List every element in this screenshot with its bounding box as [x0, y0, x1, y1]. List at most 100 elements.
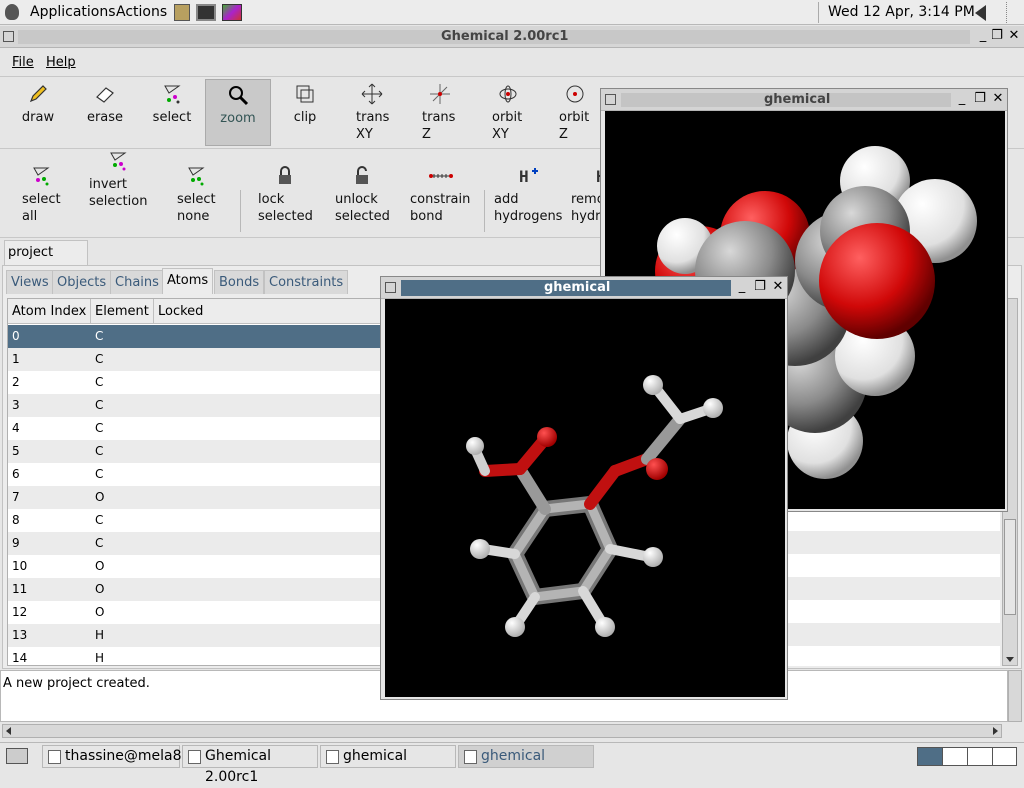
- clock[interactable]: Wed 12 Apr, 3:14 PM: [828, 3, 975, 22]
- pencil-icon: [27, 83, 49, 105]
- window-menu-icon[interactable]: [605, 94, 616, 105]
- workspace-4[interactable]: [993, 748, 1017, 765]
- tab-objects[interactable]: Objects: [52, 270, 112, 294]
- show-desktop-icon[interactable]: [6, 748, 28, 764]
- draw-button[interactable]: draw: [18, 83, 58, 126]
- taskbar-item-ghemical-2[interactable]: ghemical: [458, 745, 594, 768]
- workspace-1[interactable]: [918, 748, 943, 765]
- volume-icon[interactable]: [975, 5, 986, 21]
- scroll-left-arrow[interactable]: [6, 727, 11, 735]
- applications-menu[interactable]: Applications: [30, 3, 116, 22]
- orbit-z-button[interactable]: orbit Z: [553, 83, 597, 143]
- image-viewer-icon[interactable]: [222, 4, 242, 21]
- table-row[interactable]: 6C: [8, 463, 386, 486]
- column-header-element[interactable]: Element: [91, 299, 154, 324]
- scroll-thumb[interactable]: [1004, 519, 1016, 615]
- table-row[interactable]: 11 O: [8, 578, 386, 601]
- scroll-down-arrow[interactable]: [1006, 657, 1014, 662]
- maximize-icon[interactable]: ❐: [990, 29, 1004, 43]
- scroll-right-arrow[interactable]: [993, 727, 998, 735]
- minimize-icon[interactable]: _: [976, 29, 990, 43]
- trans-z-button[interactable]: trans Z: [418, 83, 462, 143]
- table-row[interactable]: 12 O: [8, 601, 386, 624]
- table-row[interactable]: 3C: [8, 394, 386, 417]
- table-row[interactable]: 14 H: [8, 647, 386, 665]
- minimize-icon[interactable]: _: [955, 92, 969, 106]
- orbit-xy-button[interactable]: orbit XY: [486, 83, 530, 143]
- maximize-icon[interactable]: ❐: [753, 280, 767, 294]
- element-cell: O: [95, 605, 105, 619]
- translate-z-icon: [429, 83, 451, 105]
- tab-bonds[interactable]: Bonds: [214, 270, 265, 294]
- constrain-bond-label: constrain bond: [410, 192, 471, 224]
- atom-index-cell: 2: [12, 375, 20, 389]
- minimize-icon[interactable]: _: [735, 280, 749, 294]
- add-hydrogens-button[interactable]: H add hydrogens: [494, 165, 564, 225]
- maximize-icon[interactable]: ❐: [973, 92, 987, 106]
- add-hydrogens-label: add hydrogens: [494, 192, 563, 224]
- trans-xy-button[interactable]: trans XY: [350, 83, 394, 143]
- file-cabinet-icon[interactable]: [174, 4, 190, 21]
- spacefill-titlebar[interactable]: ghemical _ ❐ ✕: [601, 89, 1007, 111]
- taskbar-item-terminal[interactable]: thassine@mela85: [42, 745, 190, 768]
- gnome-foot-icon[interactable]: [5, 4, 19, 20]
- column-header-locked[interactable]: Locked: [154, 299, 386, 324]
- erase-button[interactable]: erase: [82, 83, 128, 126]
- close-icon[interactable]: ✕: [771, 280, 785, 294]
- table-row[interactable]: 0C: [8, 325, 386, 348]
- clip-button[interactable]: clip: [285, 83, 325, 126]
- column-header-atom-index[interactable]: Atom Index: [8, 299, 91, 324]
- close-icon[interactable]: ✕: [1007, 29, 1021, 43]
- tab-atoms[interactable]: Atoms: [162, 268, 214, 294]
- terminal-icon[interactable]: [196, 4, 216, 21]
- file-menu[interactable]: File: [12, 55, 34, 70]
- main-titlebar[interactable]: Ghemical 2.00rc1 _ ❐ ✕: [0, 26, 1024, 48]
- tab-views[interactable]: Views: [6, 270, 54, 294]
- table-row[interactable]: 8C: [8, 509, 386, 532]
- lock-selected-button[interactable]: lock selected: [258, 165, 318, 225]
- taskbar-item-ghemical-main[interactable]: Ghemical 2.00rc1: [182, 745, 318, 785]
- unlock-selected-button[interactable]: unlock selected: [335, 165, 395, 225]
- select-all-button[interactable]: select all: [22, 165, 62, 225]
- help-menu[interactable]: Help: [46, 55, 76, 70]
- table-row[interactable]: 13 H: [8, 624, 386, 647]
- select-none-label: select none: [177, 192, 216, 224]
- constrain-bond-button[interactable]: constrain bond: [410, 165, 476, 225]
- workspace-3[interactable]: [968, 748, 993, 765]
- table-row[interactable]: 4C: [8, 417, 386, 440]
- tab-constraints[interactable]: Constraints: [264, 270, 349, 294]
- window-menu-icon[interactable]: [3, 31, 14, 42]
- zoom-button[interactable]: zoom: [205, 79, 271, 146]
- workspace-2[interactable]: [943, 748, 968, 765]
- table-row[interactable]: 2C: [8, 371, 386, 394]
- select-none-button[interactable]: select none: [177, 165, 221, 225]
- molecule-window-ballstick[interactable]: ghemical _ ❐ ✕: [380, 276, 788, 700]
- project-view-tab[interactable]: project view: [4, 240, 88, 284]
- ballstick-titlebar[interactable]: ghemical _ ❐ ✕: [381, 277, 787, 299]
- element-cell: C: [95, 513, 104, 527]
- taskbar-item-ghemical-1[interactable]: ghemical: [320, 745, 456, 768]
- table-row[interactable]: 10 O: [8, 555, 386, 578]
- window-menu-icon[interactable]: [385, 282, 396, 293]
- table-row[interactable]: 9C: [8, 532, 386, 555]
- select-button[interactable]: select: [150, 83, 194, 126]
- status-vscroll[interactable]: [1008, 670, 1022, 722]
- table-row[interactable]: 1C: [8, 348, 386, 371]
- ballstick-viewport[interactable]: [385, 299, 785, 697]
- remove-hydrogens-button[interactable]: H remo hydr: [571, 165, 603, 225]
- actions-menu[interactable]: Actions: [116, 3, 167, 22]
- unlock-selected-label: unlock selected: [335, 192, 390, 224]
- tab-chains[interactable]: Chains: [110, 270, 164, 294]
- orbit-xy-label: orbit XY: [492, 110, 523, 142]
- status-hscroll[interactable]: [2, 724, 1002, 738]
- workspace-switcher[interactable]: [917, 747, 1017, 766]
- erase-label: erase: [86, 110, 124, 125]
- table-row-stripe: [786, 577, 1000, 600]
- invert-selection-button[interactable]: invert selection: [89, 150, 151, 210]
- close-icon[interactable]: ✕: [991, 92, 1005, 106]
- invert-selection-label: invert selection: [89, 177, 148, 209]
- table-row[interactable]: 5C: [8, 440, 386, 463]
- table-row-stripe: [786, 623, 1000, 646]
- lock-icon: [274, 165, 296, 187]
- table-row[interactable]: 7O: [8, 486, 386, 509]
